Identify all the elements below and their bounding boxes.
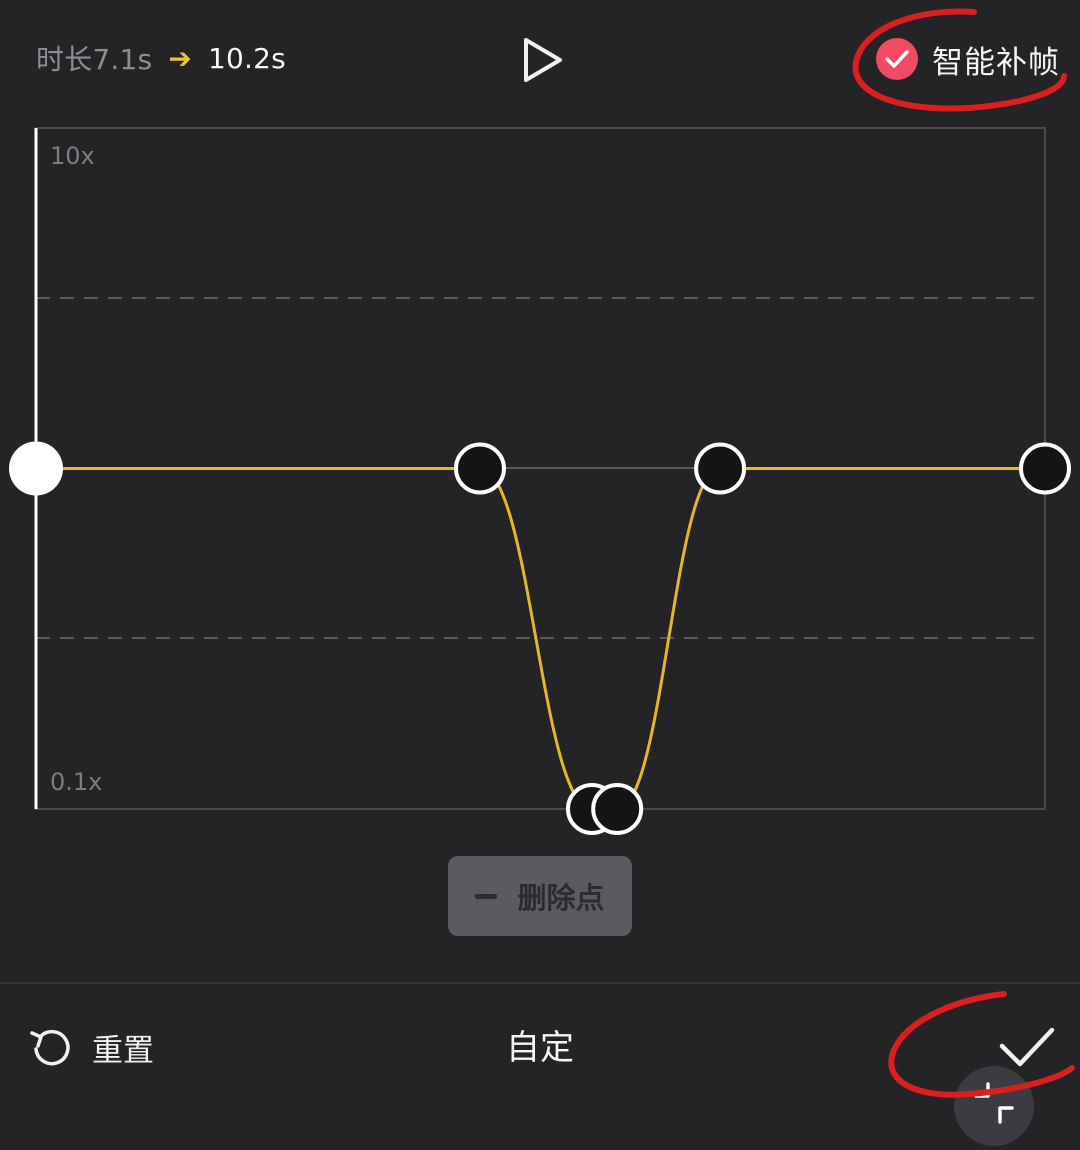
y-min-label: 0.1x [50,768,103,796]
delete-point-label: 删除点 [517,881,605,915]
minimize-icon [974,1082,1014,1124]
mode-title: 自定 [506,1028,574,1068]
control-point-4[interactable] [694,442,747,495]
control-point-5[interactable] [1019,442,1071,495]
floating-minimize-button[interactable] [954,1066,1034,1146]
control-point-1[interactable] [453,442,506,495]
speed-curve-canvas[interactable] [0,0,1080,850]
control-point-selected[interactable] [9,441,63,496]
reset-icon [30,1029,70,1066]
reset-label: 重置 [92,1032,154,1069]
delete-point-button[interactable]: 删除点 [448,856,632,936]
minus-icon [475,893,498,899]
reset-button[interactable]: 重置 [28,1022,154,1072]
control-point-3[interactable] [591,783,644,835]
y-max-label: 10x [50,142,95,170]
speed-curve-graph: 10x 0.1x [0,0,1080,850]
bottom-bar: 重置 自定 [0,984,1080,1146]
